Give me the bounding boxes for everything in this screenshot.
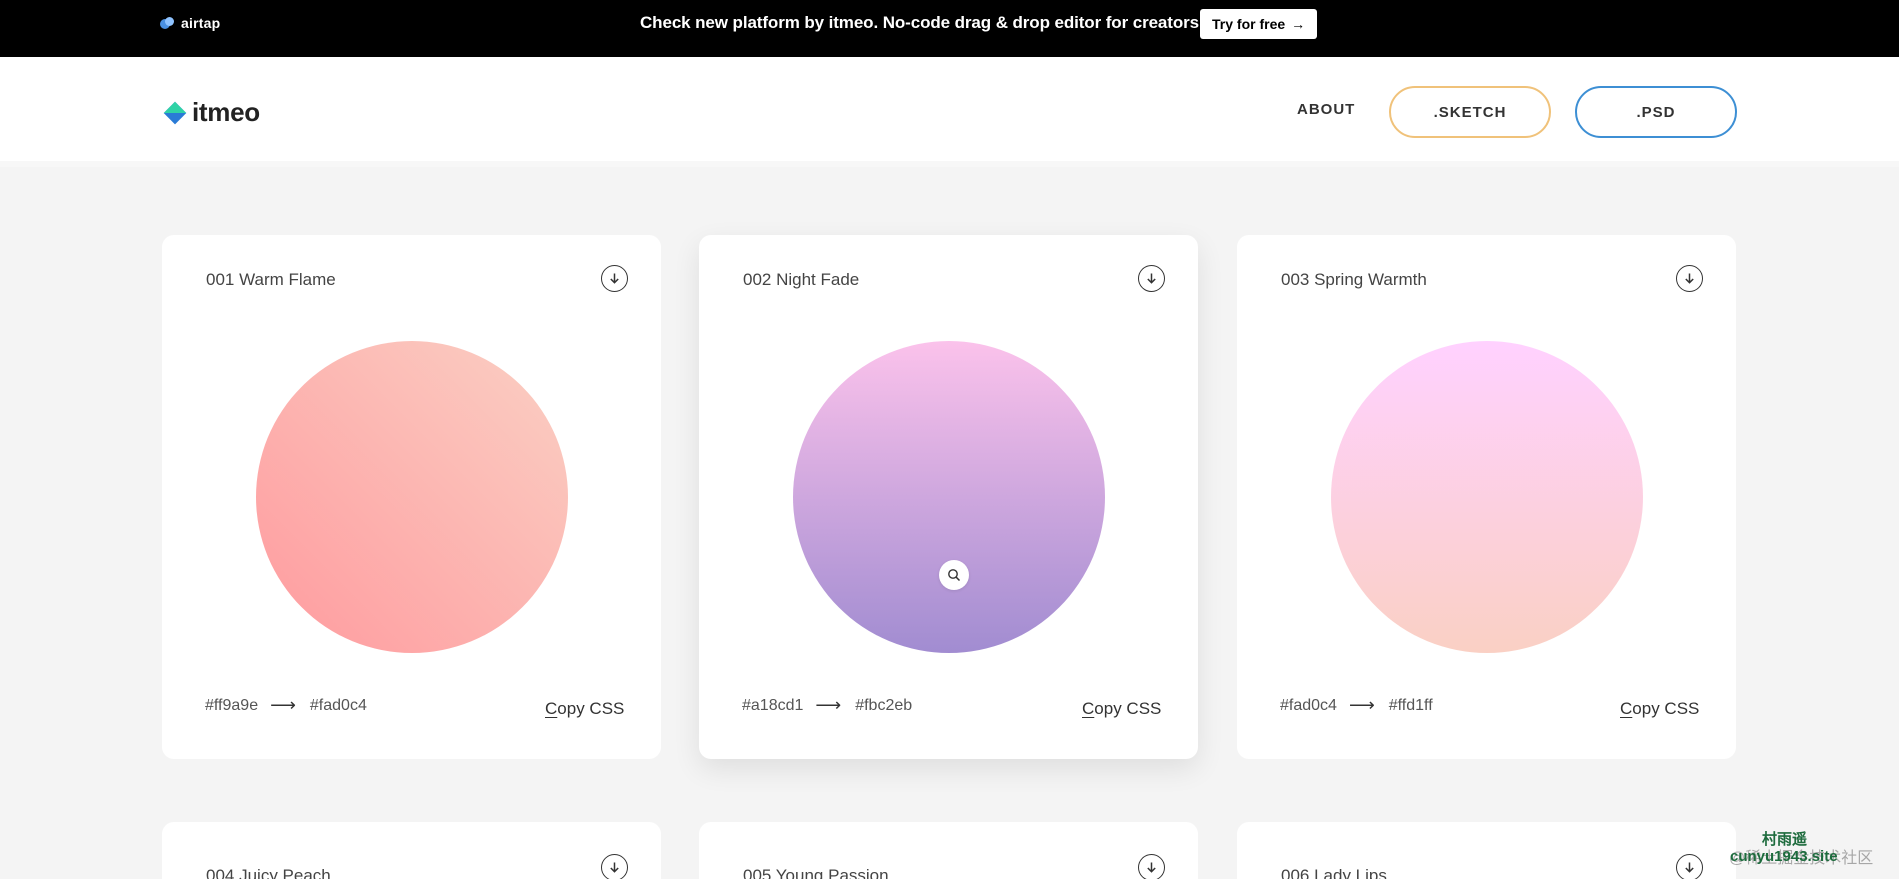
gradient-card: 005 Young Passion	[699, 822, 1198, 879]
arrow-right-icon: ⟶	[1348, 695, 1375, 715]
promo-bar: airtap Check new platform by itmeo. No-c…	[0, 0, 1899, 57]
color-to: #fad0c4	[309, 696, 367, 714]
brand-name: itmeo	[192, 97, 260, 127]
gradient-preview-circle[interactable]	[793, 341, 1105, 653]
gradient-colors: #a18cd1 ⟶ #fbc2eb	[742, 695, 912, 716]
download-icon[interactable]	[1676, 265, 1703, 292]
watermark: @稀土掘金技术社区 村雨遥 cunyu1943.site	[1729, 831, 1873, 867]
gradient-preview-circle[interactable]	[1331, 341, 1643, 653]
color-to: #fbc2eb	[855, 696, 913, 714]
zoom-search-icon[interactable]	[939, 560, 969, 590]
copy-css-button[interactable]: Copy CSS	[1620, 699, 1699, 719]
try-for-free-button[interactable]: Try for free →	[1200, 9, 1318, 39]
gradient-title: 003 Spring Warmth	[1281, 270, 1427, 289]
nav-about-link[interactable]: ABOUT	[1297, 101, 1355, 118]
gradient-card: 006 Lady Lips	[1237, 822, 1736, 879]
gradient-title: 005 Young Passion	[743, 866, 889, 879]
arrow-right-icon: ⟶	[815, 695, 842, 715]
gradient-title: 006 Lady Lips	[1281, 866, 1387, 879]
gradient-card: 004 Juicy Peach	[162, 822, 661, 879]
gradient-card: 002 Night Fade #a18cd1 ⟶ #fbc2eb Copy CS…	[699, 235, 1198, 759]
color-from: #fad0c4	[1280, 696, 1337, 714]
airtap-logo-icon	[160, 17, 176, 29]
gradient-card: 003 Spring Warmth #fad0c4 ⟶ #ffd1ff Copy…	[1237, 235, 1736, 759]
gradient-colors: #fad0c4 ⟶ #ffd1ff	[1280, 695, 1433, 716]
arrow-right-icon: →	[1291, 16, 1306, 32]
download-icon[interactable]	[1138, 854, 1165, 879]
sketch-download-button[interactable]: .SKETCH	[1389, 86, 1551, 138]
psd-download-button[interactable]: .PSD	[1575, 86, 1737, 138]
airtap-logo[interactable]: airtap	[160, 15, 220, 31]
watermark-site: cunyu1943.site	[1730, 847, 1838, 865]
gradient-title: 001 Warm Flame	[206, 270, 336, 289]
color-from: #ff9a9e	[205, 696, 259, 714]
try-for-free-label: Try for free	[1212, 16, 1286, 32]
gradient-preview-circle[interactable]	[256, 341, 568, 653]
download-icon[interactable]	[601, 265, 628, 292]
download-icon[interactable]	[1138, 265, 1165, 292]
itmeo-diamond-icon	[163, 101, 187, 124]
gradient-title: 002 Night Fade	[743, 270, 860, 289]
color-to: #ffd1ff	[1388, 696, 1433, 714]
site-header: itmeo ABOUT .SKETCH .PSD	[0, 57, 1899, 167]
airtap-logo-text: airtap	[181, 15, 221, 31]
arrow-right-icon: ⟶	[270, 695, 296, 715]
download-icon[interactable]	[1676, 854, 1703, 879]
gradient-colors: #ff9a9e ⟶ #fad0c4	[205, 695, 367, 716]
color-from: #a18cd1	[742, 696, 804, 714]
gradient-title: 004 Juicy Peach	[206, 866, 331, 879]
gradient-card: 001 Warm Flame #ff9a9e ⟶ #fad0c4 Copy CS…	[162, 235, 661, 759]
copy-css-button[interactable]: Copy CSS	[1082, 699, 1161, 719]
watermark-author: 村雨遥	[1762, 831, 1808, 848]
copy-css-button[interactable]: Copy CSS	[545, 699, 624, 719]
promo-message: Check new platform by itmeo. No-code dra…	[640, 13, 1204, 32]
itmeo-logo[interactable]: itmeo	[163, 97, 260, 128]
download-icon[interactable]	[601, 854, 628, 879]
